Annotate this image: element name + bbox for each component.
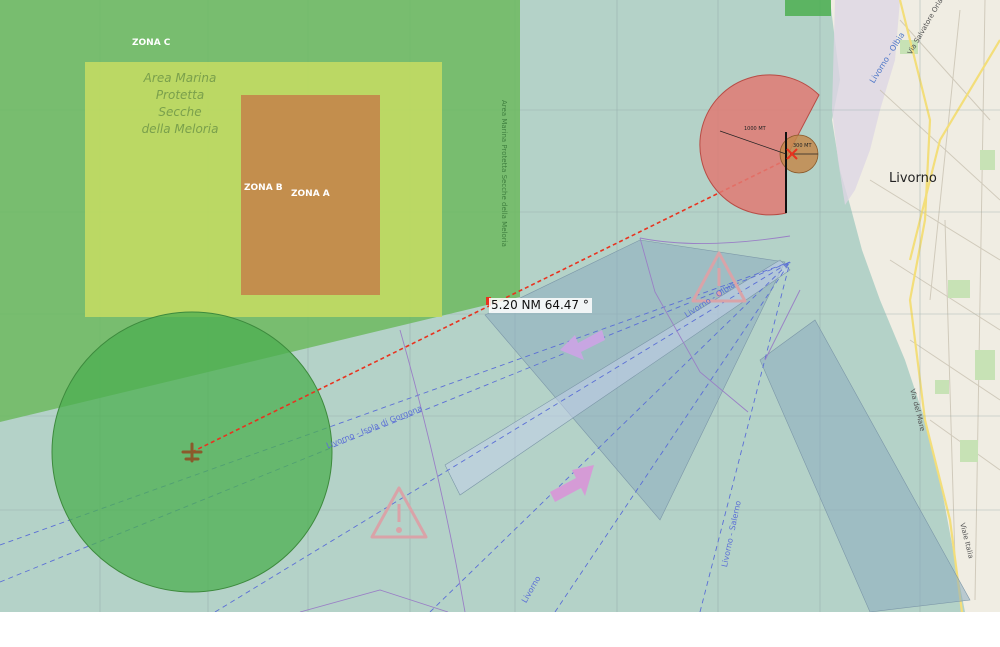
measurement-readout: 5.20 NM 64.47 ° <box>489 298 592 313</box>
area-name-line: Area Marina <box>143 71 217 85</box>
radius-inner-label: 300 MT <box>793 143 812 149</box>
radius-outer-label: 1000 MT <box>744 126 766 132</box>
area-name-line: Protetta <box>155 88 205 102</box>
measurement-bearing: 64.47 ° <box>544 298 589 312</box>
green-marker-area <box>785 0 831 16</box>
measurement-distance: 5.20 NM <box>491 298 541 312</box>
protected-area-vertical-label: Area Marina Protetta Secche della Melori… <box>500 100 508 247</box>
zone-b-label: ZONA B <box>244 183 283 193</box>
area-name-line: Secche <box>158 105 202 119</box>
zone-a-label: ZONA A <box>291 189 330 199</box>
area-name-line: della Meloria <box>141 122 219 136</box>
zone-c-label: ZONA C <box>132 38 171 48</box>
city-label: Livorno <box>889 171 937 186</box>
protected-area-name: Area Marina Protetta Secche della Melori… <box>112 70 248 138</box>
